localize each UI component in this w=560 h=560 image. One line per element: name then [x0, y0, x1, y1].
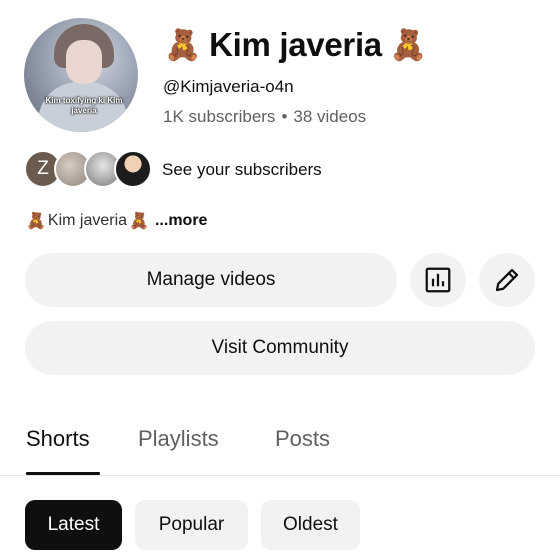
teddy-bear-icon: 🧸 — [26, 211, 46, 230]
analytics-button[interactable] — [410, 253, 466, 307]
teddy-bear-icon: 🧸 — [389, 27, 427, 63]
video-count: 38 videos — [293, 107, 367, 126]
channel-name-text: Kim javeria — [209, 26, 382, 63]
avatar-face — [66, 40, 102, 84]
avatar-caption: Kim toxifying ki Kim javeria — [45, 96, 123, 115]
manage-videos-button[interactable]: Manage videos — [25, 253, 397, 307]
pencil-icon — [495, 268, 519, 292]
channel-tabs: Shorts Playlists Posts — [0, 408, 560, 476]
filter-chip-popular[interactable]: Popular — [135, 500, 248, 550]
teddy-bear-icon: 🧸 — [129, 211, 149, 230]
stats-separator: • — [281, 107, 288, 126]
analytics-icon — [425, 267, 451, 293]
filter-chip-latest[interactable]: Latest — [25, 500, 122, 550]
channel-stats: 1K subscribers • 38 videos — [163, 107, 366, 127]
more-link[interactable]: ...more — [155, 212, 207, 230]
description-text: Kim javeria — [47, 211, 128, 229]
channel-description[interactable]: 🧸 Kim javeria 🧸 ...more — [26, 211, 207, 230]
subscriber-count: 1K subscribers — [163, 107, 276, 126]
channel-handle: @Kimjaveria-o4n — [163, 77, 294, 96]
subscriber-avatar — [114, 150, 152, 188]
teddy-bear-icon: 🧸 — [164, 27, 202, 63]
filter-chip-oldest[interactable]: Oldest — [261, 500, 360, 550]
tab-shorts[interactable]: Shorts — [26, 426, 90, 452]
channel-avatar[interactable]: Kim toxifying ki Kim javeria — [24, 18, 138, 132]
tab-playlists[interactable]: Playlists — [138, 426, 219, 452]
see-subscribers-link[interactable]: See your subscribers — [162, 160, 322, 180]
visit-community-button[interactable]: Visit Community — [25, 321, 535, 375]
edit-channel-button[interactable] — [479, 253, 535, 307]
tab-posts[interactable]: Posts — [275, 426, 330, 452]
active-tab-indicator — [26, 472, 100, 475]
subscriber-avatars[interactable]: Z — [24, 150, 152, 190]
channel-name: 🧸 Kim javeria 🧸 — [164, 22, 427, 68]
